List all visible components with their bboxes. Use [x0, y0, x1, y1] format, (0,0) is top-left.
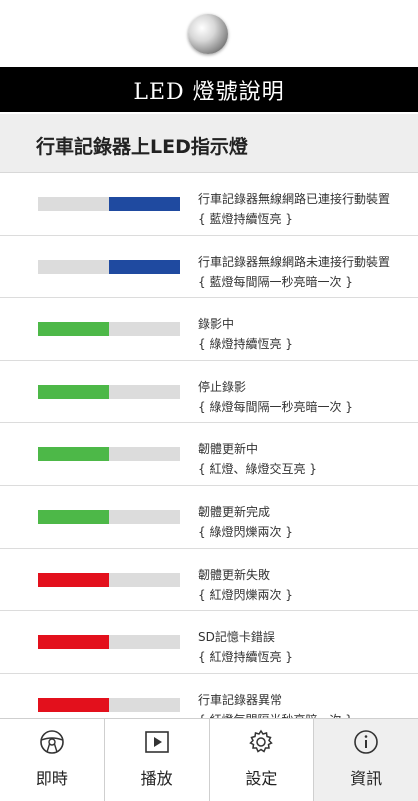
led-right-segment: [109, 384, 180, 399]
led-item-detail: { 藍燈持續恆亮 }: [198, 212, 293, 226]
led-item-title: 行車記錄器異常: [198, 692, 283, 707]
tab-label: 設定: [245, 769, 278, 788]
section-title: 行車記錄器上LED指示燈: [36, 136, 248, 158]
play-icon: [144, 729, 170, 755]
led-indicator-bar: [38, 259, 180, 274]
tab-label: 資訊: [350, 769, 383, 788]
tab-label: 即時: [35, 769, 68, 788]
led-item-title: 停止錄影: [198, 379, 247, 394]
led-right-segment: [109, 259, 180, 274]
led-list-item: 錄影中 { 綠燈持續恆亮 }: [0, 298, 418, 361]
led-left-segment: [38, 572, 109, 587]
led-list-item: 韌體更新中 { 紅燈、綠燈交互亮 }: [0, 423, 418, 486]
led-right-segment: [109, 197, 180, 211]
led-right-segment: [109, 510, 180, 524]
led-indicator-bar: [38, 697, 180, 712]
led-item-title: 行車記錄器無線網路未連接行動裝置: [198, 254, 391, 269]
led-list-item: 韌體更新完成 { 綠燈閃爍兩次 }: [0, 486, 418, 549]
led-item-detail: { 紅燈閃爍兩次 }: [198, 587, 293, 602]
bottom-tab-bar: 即時 播放 設定 資訊: [0, 718, 418, 801]
led-item-title: SD記憶卡錯誤: [198, 630, 275, 645]
led-item-title: 錄影中: [198, 317, 235, 332]
tab-live[interactable]: 即時: [0, 719, 105, 801]
led-left-segment: [38, 635, 109, 650]
led-list-item: 韌體更新失敗 { 紅燈閃爍兩次 }: [0, 548, 418, 612]
led-left-segment: [38, 259, 109, 274]
tab-playback[interactable]: 播放: [105, 719, 210, 801]
led-right-segment: [109, 447, 180, 462]
led-item-title: 韌體更新中: [198, 442, 259, 457]
led-indicator-bar: [38, 572, 180, 587]
top-bar: [0, 0, 418, 67]
led-list-item: 停止錄影 { 綠燈每間隔一秒亮暗一次 }: [0, 360, 418, 424]
led-item-detail: { 紅燈每間隔半秒亮暗一次 }: [198, 710, 353, 718]
led-list-item: SD記憶卡錯誤 { 紅燈持續恆亮 }: [0, 611, 418, 674]
led-left-segment: [38, 197, 109, 211]
led-indicator-bar: [38, 447, 180, 462]
led-left-segment: [38, 384, 109, 399]
led-indicator-bar: [38, 510, 180, 524]
led-right-segment: [109, 322, 180, 337]
led-item-detail: { 藍燈每間隔一秒亮暗一次 }: [198, 274, 353, 289]
led-left-segment: [38, 322, 109, 337]
led-list-item: 行車記錄器異常 { 紅燈每間隔半秒亮暗一次 }: [0, 673, 418, 718]
led-item-detail: { 紅燈持續恆亮 }: [198, 650, 293, 665]
steering-wheel-icon: [39, 729, 65, 755]
led-indicator-bar: [38, 635, 180, 650]
led-item-detail: { 綠燈持續恆亮 }: [198, 337, 293, 352]
page-title-bar: LED 燈號說明: [0, 67, 418, 112]
tab-info[interactable]: 資訊: [314, 719, 418, 801]
led-left-segment: [38, 697, 109, 712]
led-item-title: 韌體更新完成: [198, 505, 271, 519]
led-list[interactable]: 行車記錄器無線網路已連接行動裝置 { 藍燈持續恆亮 } 行車記錄器無線網路未連接行動…: [0, 173, 418, 718]
led-item-detail: { 綠燈閃爍兩次 }: [198, 525, 293, 539]
tab-label: 播放: [140, 769, 173, 788]
gear-icon: [248, 729, 274, 755]
led-indicator-bar: [38, 384, 180, 399]
led-list-item: 行車記錄器無線網路未連接行動裝置 { 藍燈每間隔一秒亮暗一次 }: [0, 235, 418, 299]
led-right-segment: [109, 635, 180, 650]
led-item-detail: { 紅燈、綠燈交互亮 }: [198, 462, 317, 477]
info-icon: [353, 729, 379, 755]
led-list-item: 行車記錄器無線網路已連接行動裝置 { 藍燈持續恆亮 }: [0, 173, 418, 236]
section-header: 行車記錄器上LED指示燈: [0, 114, 418, 173]
led-item-title: 韌體更新失敗: [198, 567, 271, 582]
led-indicator-bar: [38, 197, 180, 211]
led-right-segment: [109, 572, 180, 587]
led-item-detail: { 綠燈每間隔一秒亮暗一次 }: [198, 399, 353, 414]
app-logo: [188, 14, 228, 54]
led-item-title: 行車記錄器無線網路已連接行動裝置: [198, 192, 391, 206]
tab-settings[interactable]: 設定: [210, 719, 315, 801]
led-indicator-bar: [38, 322, 180, 337]
led-right-segment: [109, 697, 180, 712]
page-title: LED 燈號說明: [133, 79, 285, 105]
led-left-segment: [38, 510, 109, 524]
led-left-segment: [38, 447, 109, 462]
